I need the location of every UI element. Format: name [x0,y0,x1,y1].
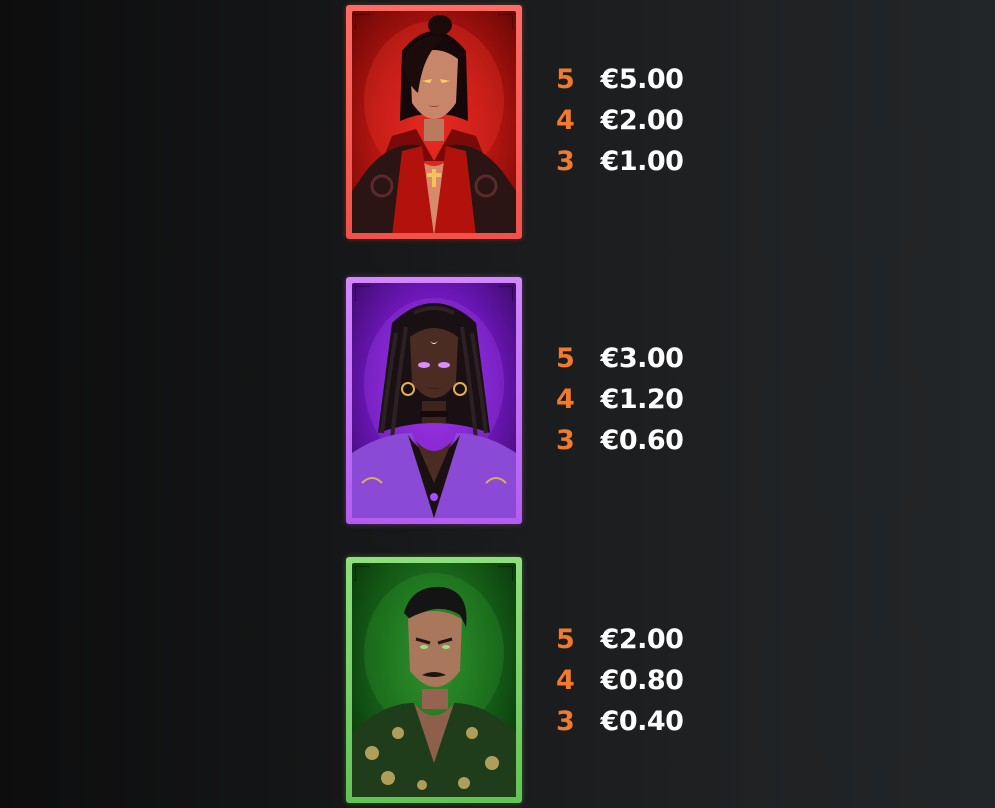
payout-value: €0.60 [600,425,684,456]
paytable-symbol-purple: 5 €3.00 4 €1.20 3 €0.60 [346,277,746,524]
payout-row: 3 €1.00 [556,141,690,182]
payout-value: €0.80 [600,665,684,696]
paytable-symbol-red: 5 €5.00 4 €2.00 3 €1.00 [346,5,746,245]
payout-row: 3 €0.60 [556,420,690,461]
purple-witch-woman-portrait-icon [352,298,516,518]
green-gangster-man-portrait-icon [352,573,516,797]
payout-value: €2.00 [600,624,684,655]
payout-value: €2.00 [600,105,684,136]
green-symbol-card [346,557,522,803]
match-count: 3 [556,146,575,177]
payout-row: 5 €5.00 [556,59,690,100]
green-paytable: 5 €2.00 4 €0.80 3 €0.40 [556,619,690,742]
purple-paytable: 5 €3.00 4 €1.20 3 €0.60 [556,338,690,461]
match-count: 4 [556,665,575,696]
payout-value: €0.40 [600,706,684,737]
red-symbol-card [346,5,522,239]
payout-value: €5.00 [600,64,684,95]
match-count: 4 [556,384,575,415]
match-count: 3 [556,425,575,456]
match-count: 5 [556,64,575,95]
payout-row: 4 €1.20 [556,379,690,420]
payout-row: 4 €0.80 [556,660,690,701]
payout-row: 4 €2.00 [556,100,690,141]
match-count: 5 [556,343,575,374]
paytable-symbol-green: 5 €2.00 4 €0.80 3 €0.40 [346,557,746,803]
red-paytable: 5 €5.00 4 €2.00 3 €1.00 [556,59,690,182]
payout-value: €1.20 [600,384,684,415]
match-count: 3 [556,706,575,737]
red-vampire-woman-portrait-icon [352,15,516,233]
payout-value: €3.00 [600,343,684,374]
payout-row: 3 €0.40 [556,701,690,742]
purple-symbol-card [346,277,522,524]
payout-value: €1.00 [600,146,684,177]
match-count: 5 [556,624,575,655]
match-count: 4 [556,105,575,136]
payout-row: 5 €3.00 [556,338,690,379]
payout-row: 5 €2.00 [556,619,690,660]
